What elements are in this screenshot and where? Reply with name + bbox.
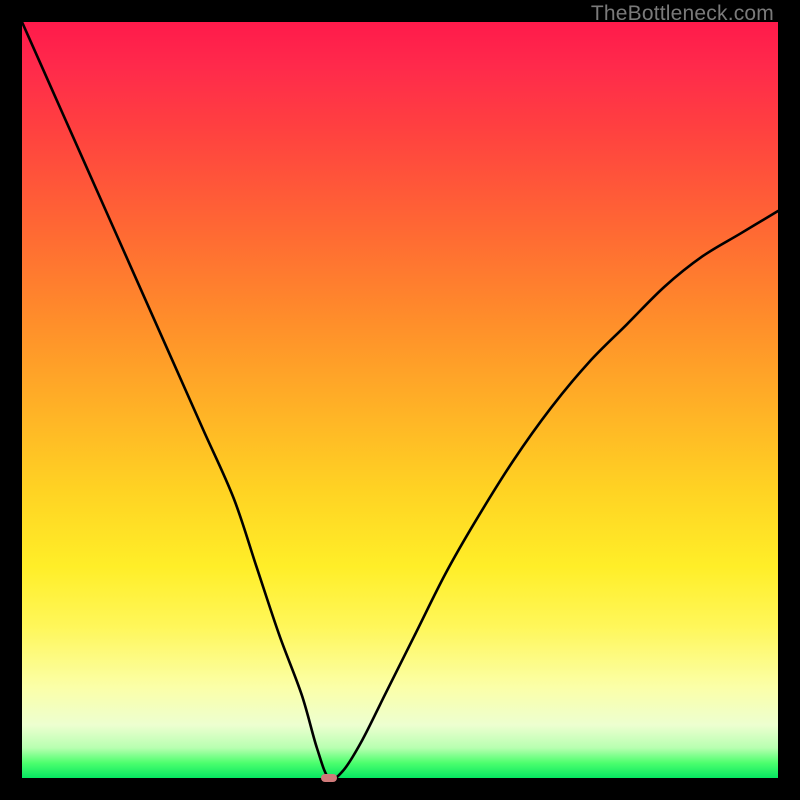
bottleneck-curve [22,22,778,778]
plot-outer [22,22,778,778]
watermark-label: TheBottleneck.com [591,2,774,26]
chart-frame: TheBottleneck.com [0,0,800,800]
minimum-marker [321,774,337,782]
